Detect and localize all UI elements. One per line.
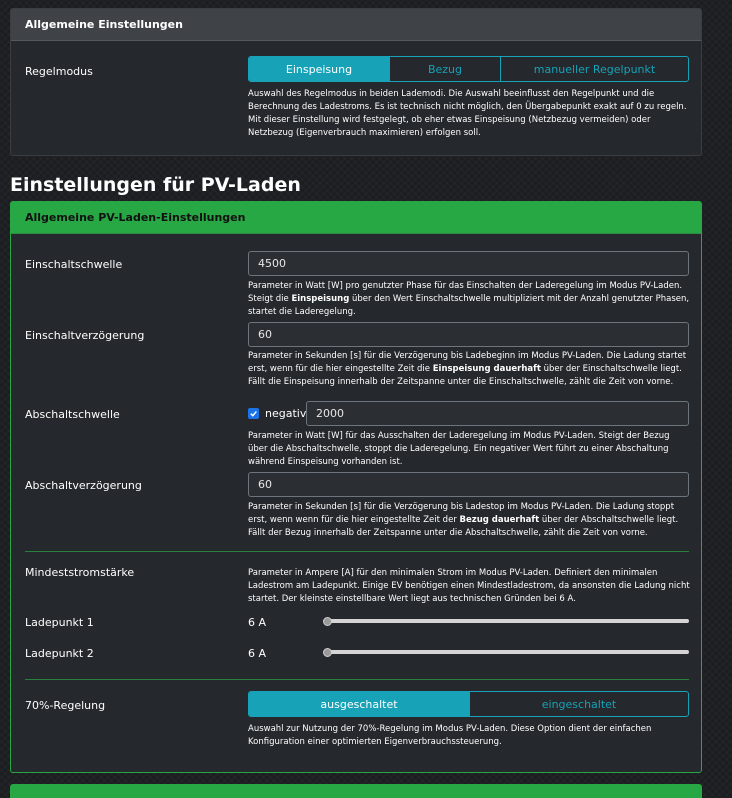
seventy-percent-off-button[interactable]: ausgeschaltet: [249, 692, 470, 716]
negative-checkbox[interactable]: [248, 408, 259, 419]
chargepoint-2-slider[interactable]: [325, 650, 689, 654]
switch-on-threshold-help: Parameter in Watt [W] pro genutzter Phas…: [248, 280, 690, 319]
min-current-help: Parameter in Ampere [A] für den minimale…: [248, 568, 690, 604]
chargepoint-1-value: 6 A: [248, 616, 267, 629]
chargepoint-1-slider[interactable]: [325, 619, 689, 623]
chargepoint-2-value: 6 A: [248, 647, 267, 660]
chargepoint-2-label: Ladepunkt 2: [25, 647, 94, 660]
negative-label: negativ: [265, 407, 307, 420]
pv-settings-card: Allgemeine PV-Laden-Einstellungen Einsch…: [10, 201, 702, 773]
seventy-percent-help: Auswahl zur Nutzung der 70%-Regelung im …: [248, 724, 652, 747]
seventy-percent-on-button[interactable]: eingeschaltet: [470, 692, 688, 716]
help-bold-text: Einspeisung: [291, 294, 350, 304]
switch-on-delay-help: Parameter in Sekunden [s] für die Verzög…: [248, 350, 690, 389]
control-mode-manual-button[interactable]: manueller Regelpunkt: [501, 57, 688, 81]
switch-off-delay-help: Parameter in Sekunden [s] für die Verzög…: [248, 501, 690, 540]
switch-on-delay-label: Einschaltverzögerung: [25, 329, 145, 342]
switch-off-delay-input[interactable]: 60: [248, 472, 689, 497]
switch-off-delay-label: Abschaltverzögerung: [25, 479, 142, 492]
seventy-percent-label: 70%-Regelung: [25, 699, 106, 712]
switch-off-threshold-input[interactable]: 2000: [306, 401, 689, 426]
control-mode-einspeisung-button[interactable]: Einspeisung: [249, 57, 390, 81]
seventy-percent-button-group: ausgeschaltet eingeschaltet: [248, 691, 689, 717]
next-card-header: [10, 784, 702, 798]
pv-settings-header: Allgemeine PV-Laden-Einstellungen: [11, 202, 701, 234]
switch-on-threshold-label: Einschaltschwelle: [25, 258, 123, 271]
divider: [25, 679, 689, 680]
check-icon: [250, 411, 257, 417]
control-mode-label: Regelmodus: [25, 65, 93, 78]
min-current-label: Mindeststromstärke: [25, 566, 135, 579]
chargepoint-1-slider-handle[interactable]: [323, 617, 332, 626]
general-settings-card: Allgemeine Einstellungen Regelmodus Eins…: [10, 8, 702, 156]
general-settings-header: Allgemeine Einstellungen: [11, 9, 701, 41]
help-bold-text: Bezug dauerhaft: [459, 515, 540, 525]
divider: [25, 551, 689, 552]
control-mode-bezug-button[interactable]: Bezug: [390, 57, 501, 81]
chargepoint-1-label: Ladepunkt 1: [25, 616, 94, 629]
pv-section-title: Einstellungen für PV-Laden: [10, 174, 301, 196]
switch-off-threshold-help: Parameter in Watt [W] für das Ausschalte…: [248, 431, 670, 467]
control-mode-button-group: Einspeisung Bezug manueller Regelpunkt: [248, 56, 689, 82]
switch-off-threshold-label: Abschaltschwelle: [25, 408, 120, 421]
help-bold-text: Einspeisung dauerhaft: [432, 364, 541, 374]
chargepoint-2-slider-handle[interactable]: [323, 648, 332, 657]
switch-on-delay-input[interactable]: 60: [248, 322, 689, 347]
control-mode-help: Auswahl des Regelmodus in beiden Lademod…: [248, 89, 687, 138]
switch-on-threshold-input[interactable]: 4500: [248, 251, 689, 276]
